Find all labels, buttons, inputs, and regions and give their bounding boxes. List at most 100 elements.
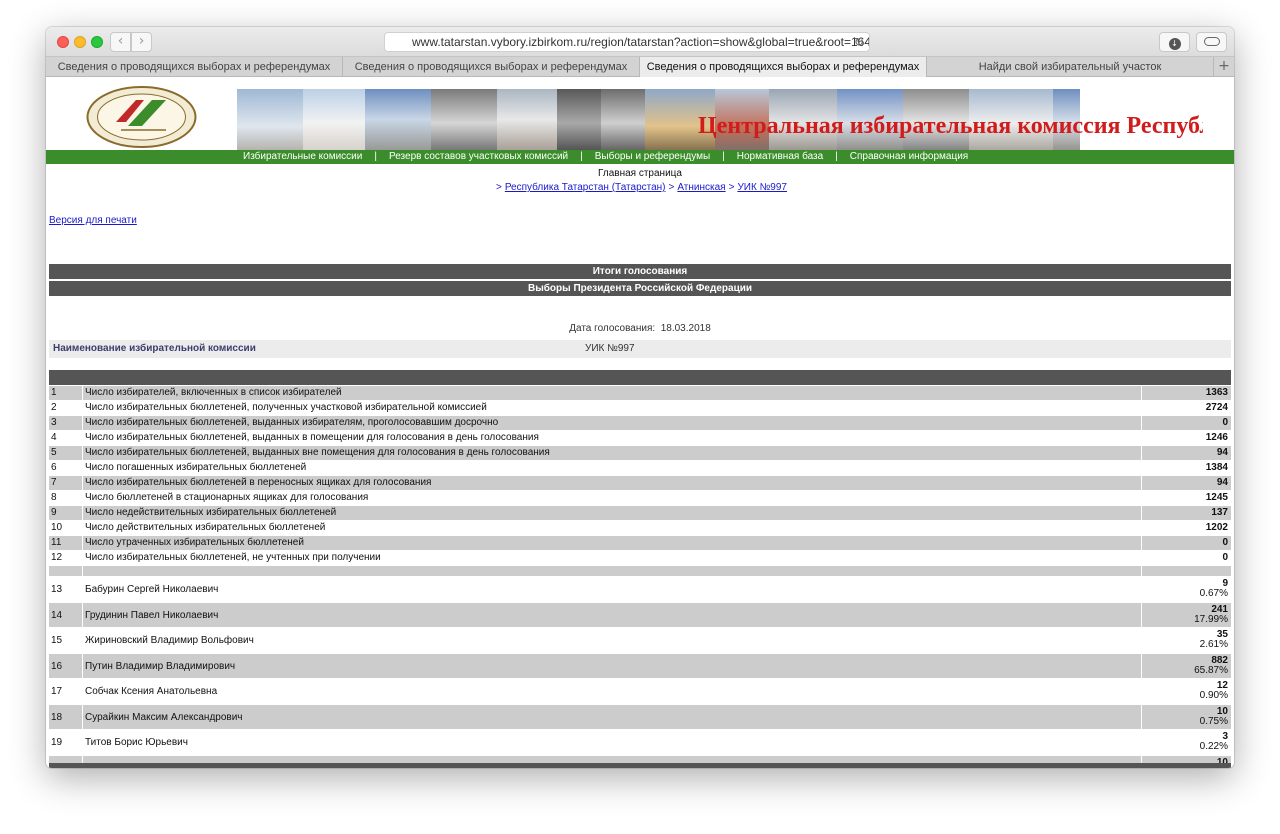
voting-date: Дата голосования: 18.03.2018 [46, 323, 1234, 334]
breadcrumb-separator: > [668, 182, 675, 193]
tab-3-active[interactable]: Сведения о проводящихся выборах и рефере… [640, 57, 927, 77]
table-row: 9 Число недействительных избирательных бю… [49, 506, 1231, 521]
row-label: Число избирательных бюллетеней в перенос… [83, 476, 1141, 490]
chevron-left-icon: ‹ [117, 33, 124, 49]
candidate-result: 241 17.99% [1142, 602, 1231, 627]
candidate-number: 18 [49, 704, 82, 729]
candidate-result: 12 0.90% [1142, 679, 1231, 704]
candidate-number: 13 [51, 584, 63, 595]
menu-separator: | [374, 151, 377, 162]
tab-1[interactable]: Сведения о проводящихся выборах и рефере… [46, 57, 343, 77]
banner-photo [431, 89, 497, 157]
candidate-percent: 0.90% [1199, 690, 1228, 701]
close-window-button[interactable] [57, 36, 69, 48]
downloads-button[interactable]: ↓ [1159, 32, 1190, 52]
row-label: Число избирателей, включенных в список и… [83, 386, 1141, 400]
row-label: Число избирательных бюллетеней, не учтен… [85, 552, 381, 563]
banner-title: Центральная избирательная комиссия Респу… [698, 113, 1203, 139]
candidate-percent: 0.67% [1199, 588, 1228, 599]
breadcrumb-uik[interactable]: УИК №997 [737, 182, 787, 193]
candidate-number: 15 [51, 635, 63, 646]
row-number: 2 [51, 402, 57, 413]
row-value: 2724 [1205, 402, 1228, 413]
tab-2[interactable]: Сведения о проводящихся выборах и рефере… [343, 57, 640, 77]
download-icon: ↓ [1168, 38, 1181, 50]
zoom-window-button[interactable] [91, 36, 103, 48]
banner-photo [237, 89, 303, 157]
forward-button[interactable]: › [131, 32, 152, 52]
table-spacer-row [49, 566, 1231, 577]
menu-item-elections[interactable]: Выборы и референдумы [595, 151, 710, 162]
candidate-result: 35 2.61% [1142, 628, 1231, 653]
print-version-link[interactable]: Версия для печати [49, 215, 137, 226]
row-number: 4 [51, 432, 57, 443]
candidate-name: Титов Борис Юрьевич [85, 737, 188, 748]
candidate-votes: 241 [1211, 603, 1228, 615]
table-row: 7 Число избирательных бюллетеней в перено… [49, 476, 1231, 491]
candidate-percent: 0.22% [1199, 741, 1228, 752]
menu-item-reference[interactable]: Справочная информация [850, 151, 968, 162]
voting-date-label: Дата голосования: [569, 323, 656, 334]
table-header-bar [49, 370, 1231, 385]
row-number: 5 [49, 446, 82, 460]
address-bar[interactable]: www.tatarstan.vybory.izbirkom.ru/region/… [384, 32, 870, 52]
breadcrumb-region[interactable]: Республика Татарстан (Татарстан) [505, 182, 666, 193]
row-value: 1202 [1205, 522, 1228, 533]
row-value: 1363 [1142, 386, 1231, 400]
browser-window: ‹ › www.tatarstan.vybory.izbirkom.ru/reg… [46, 27, 1234, 768]
breadcrumb-district[interactable]: Атнинская [677, 182, 725, 193]
menu-separator: | [580, 151, 583, 162]
row-label: Число действительных избирательных бюлле… [85, 522, 326, 533]
spacer-cell [49, 566, 82, 576]
reload-icon[interactable]: ↻ [854, 33, 864, 51]
icloud-tabs-button[interactable] [1196, 32, 1227, 52]
candidate-number: 17 [51, 686, 63, 697]
table-row: 11 Число утраченных избирательных бюллете… [49, 536, 1231, 551]
row-number: 8 [51, 492, 57, 503]
commission-row: Наименование избирательной комиссии УИК … [49, 340, 1231, 358]
candidate-name: Собчак Ксения Анатольевна [85, 686, 218, 697]
new-tab-button[interactable]: + [1214, 57, 1234, 77]
menu-item-reserve[interactable]: Резерв составов участковых комиссий [389, 151, 568, 162]
table-row: 8 Число бюллетеней в стационарных ящиках … [49, 491, 1231, 506]
commission-label: Наименование избирательной комиссии [53, 343, 256, 354]
table-row: 10 Число действительных избирательных бюл… [49, 521, 1231, 536]
banner-photo [303, 89, 365, 157]
table-row: 5 Число избирательных бюллетеней, выданны… [49, 446, 1231, 461]
back-button[interactable]: ‹ [110, 32, 131, 52]
row-value: 0 [1142, 416, 1231, 430]
table-row: 1 Число избирателей, включенных в список … [49, 386, 1231, 401]
tab-4[interactable]: Найди свой избирательный участок [927, 57, 1214, 77]
row-number: 3 [49, 416, 82, 430]
tab-label: Сведения о проводящихся выборах и рефере… [354, 61, 628, 73]
minimize-window-button[interactable] [74, 36, 86, 48]
row-number: 6 [51, 462, 57, 473]
voting-date-value: 18.03.2018 [660, 323, 711, 334]
tab-bar: Сведения о проводящихся выборах и рефере… [46, 57, 1234, 77]
cloud-icon [1203, 37, 1220, 46]
row-number: 10 [51, 522, 63, 533]
spacer-cell [83, 566, 1141, 576]
banner-photo [601, 89, 645, 157]
candidate-name: Путин Владимир Владимирович [83, 653, 1141, 678]
candidate-number: 14 [49, 602, 82, 627]
election-title: Выборы Президента Российской Федерации [49, 281, 1231, 296]
tab-label: Сведения о проводящихся выборах и рефере… [57, 61, 331, 73]
row-label: Число избирательных бюллетеней, выданных… [83, 416, 1141, 430]
candidate-result: 9 0.67% [1142, 577, 1231, 602]
candidate-votes: 10 [1216, 705, 1228, 717]
cik-emblem-logo[interactable] [86, 86, 197, 148]
candidate-row: 16 Путин Владимир Владимирович 882 65.87% [49, 653, 1231, 679]
row-number: 1 [49, 386, 82, 400]
home-link[interactable]: Главная страница [46, 168, 1234, 179]
menu-separator: | [722, 151, 725, 162]
candidate-row: 15 Жириновский Владимир Вольфович 35 2.61% [49, 628, 1231, 654]
row-value: 1245 [1205, 492, 1228, 503]
candidate-percent: 2.61% [1199, 639, 1228, 650]
candidate-name: Грудинин Павел Николаевич [83, 602, 1141, 627]
menu-item-legal-base[interactable]: Нормативная база [737, 151, 823, 162]
candidate-result: 100.75% [1142, 704, 1231, 729]
row-label: Число бюллетеней в стационарных ящиках д… [85, 492, 369, 503]
candidate-result: 3 0.22% [1142, 730, 1231, 755]
menu-item-commissions[interactable]: Избирательные комиссии [243, 151, 362, 162]
